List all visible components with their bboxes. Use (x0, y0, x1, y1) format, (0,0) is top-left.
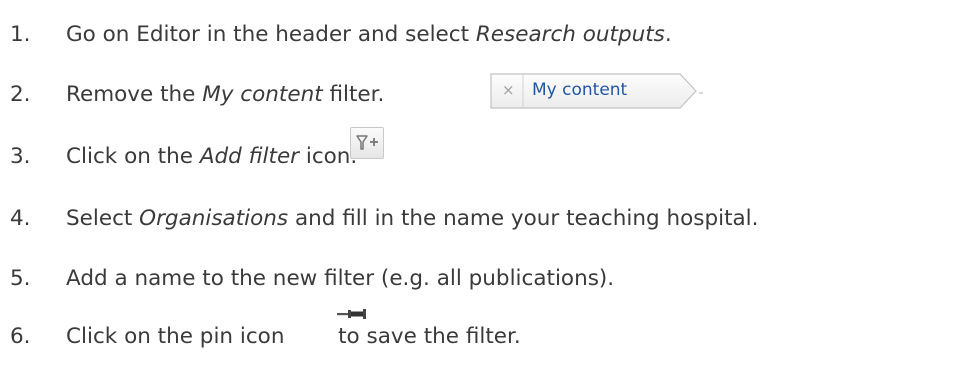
step-text: Click on the Add filter icon. (66, 143, 358, 169)
instructions-page: 1. Go on Editor in the header and select… (0, 0, 968, 365)
step-5: 5. Add a name to the new filter (e.g. al… (10, 254, 614, 302)
step-2: 2. Remove the My content filter. (10, 70, 384, 118)
step-number: 2. (10, 81, 31, 107)
filter-chip-label: My content (532, 80, 628, 100)
step-6: 6. Click on the pin icon to save the fil… (10, 312, 521, 360)
remove-filter-icon[interactable]: × (502, 81, 515, 99)
step-text: Click on the pin icon to save the filter… (66, 323, 521, 349)
step-4: 4. Select Organisations and fill in the … (10, 194, 758, 242)
step-number: 3. (10, 143, 31, 169)
step-number: 6. (10, 323, 31, 349)
step-1: 1. Go on Editor in the header and select… (10, 10, 672, 58)
step-text: Remove the My content filter. (66, 81, 385, 107)
step-text: Add a name to the new filter (e.g. all p… (66, 265, 615, 291)
step-number: 4. (10, 205, 31, 231)
step-text: Select Organisations and fill in the nam… (66, 205, 759, 231)
step-3: 3. Click on the Add filter icon. (10, 132, 357, 180)
step-number: 5. (10, 265, 31, 291)
step-text: Go on Editor in the header and select Re… (66, 21, 672, 47)
my-content-filter-chip[interactable]: × My content (490, 72, 704, 110)
step-number: 1. (10, 21, 31, 47)
pin-icon[interactable] (336, 303, 370, 327)
add-filter-icon[interactable] (350, 127, 384, 159)
